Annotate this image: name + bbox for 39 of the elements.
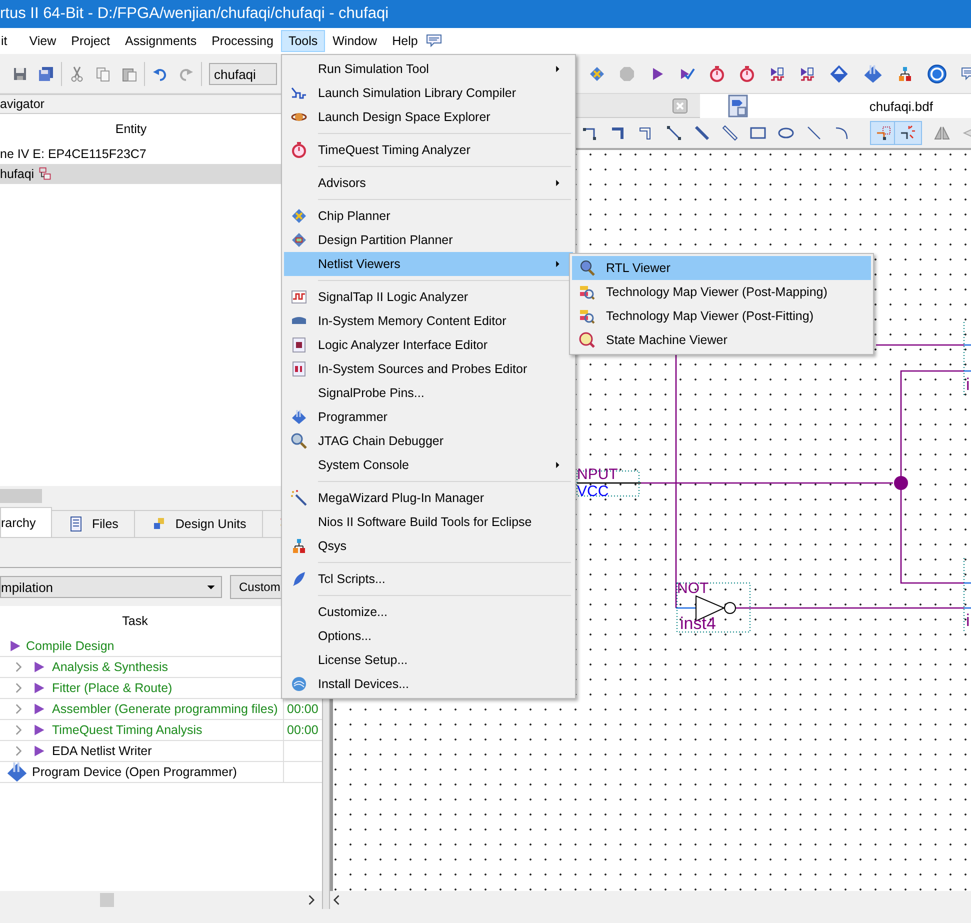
editor-tab[interactable]: chufaqi.bdf [700,94,971,118]
task-time: 00:00 [286,723,318,737]
column-header: Task [121,613,149,630]
menu-item[interactable]: Help [385,30,425,52]
menu-item[interactable]: Technology Map Viewer (Post-Mapping) [572,280,871,304]
menu-item[interactable]: it [0,30,14,52]
symbol-label: inst4 [680,615,716,632]
symbol-label: i [966,612,970,629]
menu-item[interactable]: View [22,30,64,52]
symbol-label: VCC [577,484,609,499]
menu-item[interactable]: Project [64,30,118,52]
panel-tab[interactable]: Design Units [135,510,264,537]
symbol-label: i [966,376,970,393]
task-name[interactable]: TimeQuest Timing Analysis [52,723,202,737]
task-name[interactable]: Compile Design [26,639,114,653]
task-name[interactable]: Analysis & Synthesis [52,660,168,674]
symbol-label: NOT [677,581,709,596]
window-title: rtus II 64-Bit - D:/FPGA/wenjian/chufaqi/chufaqi - chufaqi [0,0,971,28]
panel-tab[interactable]: Files [52,510,136,537]
flow-dropdown[interactable]: mpilation [0,576,222,598]
column-header: Entity [114,121,148,138]
task-name[interactable]: Program Device (Open Programmer) [32,765,237,779]
menu-item[interactable]: RTL Viewer [572,256,871,280]
menu-item[interactable]: Processing [204,30,280,52]
panel-tab[interactable]: rarchy [0,507,52,537]
menu-item[interactable]: Tools [281,30,325,52]
menu-item[interactable]: State Machine Viewer [572,328,871,352]
menu-item[interactable]: Run Simulation Tool [284,57,573,81]
symbol-label: NPUT [577,467,618,482]
task-name[interactable]: Assembler (Generate programming files) [52,702,278,716]
task-name[interactable]: EDA Netlist Writer [52,744,152,758]
menu-item[interactable]: Assignments [118,30,204,52]
project-combo[interactable]: chufaqi [209,62,277,84]
menu-item[interactable]: Technology Map Viewer (Post-Fitting) [572,304,871,328]
menu-item[interactable]: Netlist Viewers [284,252,573,276]
menu-item[interactable]: Window [326,30,384,52]
customize-button[interactable]: Custom [230,575,281,599]
task-time: 00:00 [286,702,318,716]
task-name[interactable]: Fitter (Place & Route) [52,681,172,695]
